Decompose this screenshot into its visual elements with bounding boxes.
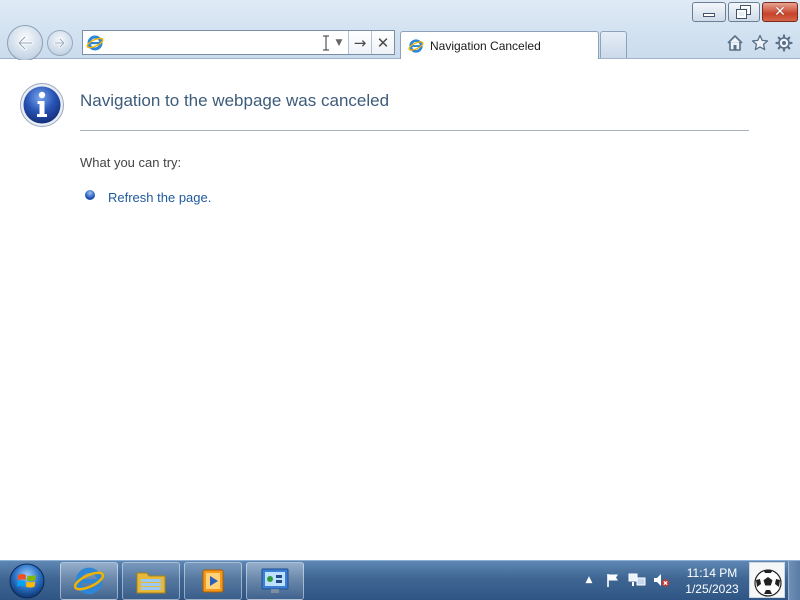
windows-start-orb-icon bbox=[9, 563, 45, 599]
volume-muted-icon bbox=[654, 574, 670, 587]
page-title: Navigation to the webpage was canceled bbox=[80, 91, 390, 110]
soccer-ball-icon bbox=[750, 563, 784, 597]
control-panel-icon bbox=[261, 568, 289, 593]
tab-navigation-canceled[interactable]: Navigation Canceled bbox=[400, 31, 599, 59]
forward-arrow-icon bbox=[53, 37, 66, 49]
user-avatar-thumbnail[interactable] bbox=[749, 562, 785, 598]
tools-button[interactable] bbox=[774, 33, 794, 53]
show-hidden-icons[interactable]: ▲ bbox=[580, 571, 598, 589]
bullet-icon bbox=[85, 190, 95, 200]
windows-explorer-icon bbox=[136, 572, 166, 594]
what-you-can-try-label: What you can try: bbox=[80, 155, 182, 170]
network-button[interactable] bbox=[628, 571, 646, 589]
action-center-button[interactable] bbox=[604, 571, 622, 589]
tools-gear-icon bbox=[775, 34, 793, 52]
restore-icon bbox=[736, 5, 751, 19]
forward-button[interactable] bbox=[47, 30, 73, 56]
address-input[interactable] bbox=[107, 31, 322, 54]
restore-button[interactable] bbox=[728, 2, 760, 22]
close-icon: ✕ bbox=[774, 4, 786, 20]
network-icon bbox=[628, 573, 646, 586]
new-tab-button[interactable] bbox=[600, 31, 627, 58]
go-button[interactable]: → bbox=[348, 31, 371, 54]
back-arrow-icon bbox=[17, 35, 34, 51]
page-content: Navigation to the webpage was canceled W… bbox=[0, 60, 800, 560]
taskbar-control-panel[interactable] bbox=[246, 562, 304, 600]
clock-time: 11:14 PM bbox=[686, 566, 738, 580]
info-icon bbox=[20, 83, 64, 127]
favorites-button[interactable] bbox=[750, 33, 770, 53]
stop-button[interactable]: ✕ bbox=[371, 31, 394, 54]
browser-toolbar: ✕ ▼ → ✕ Navigation Canceled bbox=[0, 0, 800, 61]
home-button[interactable] bbox=[725, 33, 745, 53]
minimize-icon bbox=[703, 13, 715, 17]
internet-explorer-icon bbox=[73, 567, 105, 595]
show-desktop-button[interactable] bbox=[788, 561, 800, 600]
taskbar-windows-explorer[interactable] bbox=[122, 562, 180, 600]
volume-button[interactable] bbox=[652, 571, 670, 589]
favorites-star-icon bbox=[751, 34, 769, 51]
action-center-flag-icon bbox=[607, 574, 618, 587]
tab-title: Navigation Canceled bbox=[430, 38, 541, 53]
media-player-icon bbox=[202, 569, 224, 593]
address-bar[interactable]: ▼ → ✕ bbox=[82, 30, 395, 55]
text-cursor-icon bbox=[322, 31, 330, 54]
divider bbox=[80, 130, 749, 131]
system-clock[interactable]: 11:14 PM 1/25/2023 bbox=[680, 565, 744, 597]
address-dropdown-button[interactable]: ▼ bbox=[330, 31, 348, 54]
back-button[interactable] bbox=[7, 25, 43, 61]
start-button[interactable] bbox=[4, 562, 50, 600]
refresh-page-link[interactable]: Refresh the page. bbox=[108, 190, 211, 205]
close-button[interactable]: ✕ bbox=[762, 2, 798, 22]
home-icon bbox=[727, 35, 743, 51]
minimize-button[interactable] bbox=[692, 2, 726, 22]
ie-tab-icon bbox=[408, 38, 424, 53]
clock-date: 1/25/2023 bbox=[685, 582, 739, 596]
taskbar-media-player[interactable] bbox=[184, 562, 242, 600]
taskbar-internet-explorer[interactable] bbox=[60, 562, 118, 600]
ie-page-icon bbox=[83, 31, 107, 54]
